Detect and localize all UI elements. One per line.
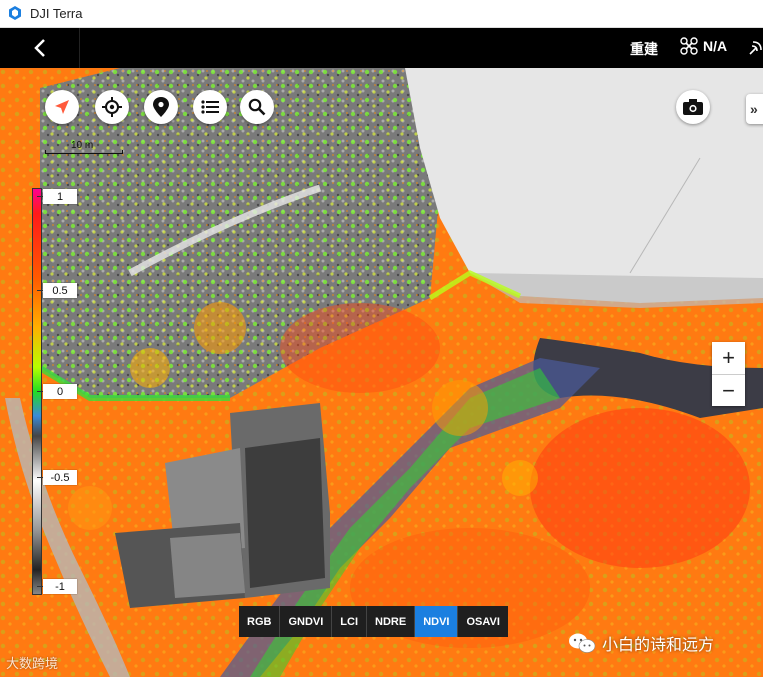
list-icon bbox=[201, 100, 219, 114]
index-lci-button[interactable]: LCI bbox=[332, 606, 368, 637]
index-osavi-button[interactable]: OSAVI bbox=[458, 606, 507, 637]
watermark-text: 小白的诗和远方 bbox=[602, 637, 715, 654]
add-marker-button[interactable] bbox=[144, 90, 178, 124]
locate-button[interactable] bbox=[95, 90, 129, 124]
search-icon bbox=[248, 98, 266, 116]
app-topbar: 重建 N/A bbox=[0, 28, 763, 68]
zoom-in-button[interactable]: + bbox=[712, 342, 745, 374]
expand-panel-button[interactable]: » bbox=[746, 94, 763, 124]
ndvi-map-view[interactable]: 10 m 1 0.5 0 -0.5 -1 » + − RGB GNDVI LCI… bbox=[0, 68, 763, 677]
layer-list-button[interactable] bbox=[193, 90, 227, 124]
navigation-button[interactable] bbox=[45, 90, 79, 124]
back-button[interactable] bbox=[0, 28, 80, 68]
double-chevron-right-icon: » bbox=[750, 101, 758, 117]
satellite-signal-icon[interactable] bbox=[748, 40, 763, 56]
window-title: DJI Terra bbox=[30, 6, 83, 21]
crosshair-icon bbox=[102, 97, 122, 117]
drone-status-text: N/A bbox=[703, 38, 728, 54]
legend-tick: -1 bbox=[37, 579, 77, 594]
wechat-logo-icon bbox=[569, 633, 596, 653]
legend-tick: 0 bbox=[37, 384, 77, 399]
screenshot-button[interactable] bbox=[676, 90, 710, 124]
legend-tick: -0.5 bbox=[37, 470, 77, 485]
search-button[interactable] bbox=[240, 90, 274, 124]
index-color-legend: 1 0.5 0 -0.5 -1 bbox=[32, 188, 77, 595]
compass-arrow-icon bbox=[55, 100, 69, 114]
corner-watermark: 大数跨境 bbox=[6, 653, 58, 672]
rebuild-button[interactable]: 重建 bbox=[630, 39, 658, 59]
dji-terra-logo-icon bbox=[9, 6, 21, 20]
map-scale-bar: 10 m bbox=[45, 140, 123, 154]
wechat-watermark: 小白的诗和远方 bbox=[568, 631, 714, 655]
camera-icon bbox=[683, 99, 703, 115]
index-ndvi-button[interactable]: NDVI bbox=[415, 606, 459, 637]
scale-bar-line bbox=[45, 150, 123, 154]
window-titlebar: DJI Terra bbox=[0, 0, 763, 28]
zoom-out-button[interactable]: − bbox=[712, 374, 745, 407]
drone-icon bbox=[680, 37, 698, 55]
legend-tick: 0.5 bbox=[37, 283, 77, 298]
index-rgb-button[interactable]: RGB bbox=[239, 606, 281, 637]
index-selector-bar: RGB GNDVI LCI NDRE NDVI OSAVI bbox=[239, 606, 508, 637]
index-gndvi-button[interactable]: GNDVI bbox=[280, 606, 333, 637]
ndvi-map-image bbox=[0, 68, 763, 677]
drone-status[interactable]: N/A bbox=[680, 37, 727, 55]
corner-watermark-text: 大数跨境 bbox=[6, 656, 59, 671]
chevron-left-icon bbox=[33, 39, 45, 57]
map-pin-icon bbox=[153, 97, 169, 117]
legend-tick: 1 bbox=[37, 189, 77, 204]
zoom-controls: + − bbox=[712, 342, 745, 406]
index-ndre-button[interactable]: NDRE bbox=[367, 606, 416, 637]
